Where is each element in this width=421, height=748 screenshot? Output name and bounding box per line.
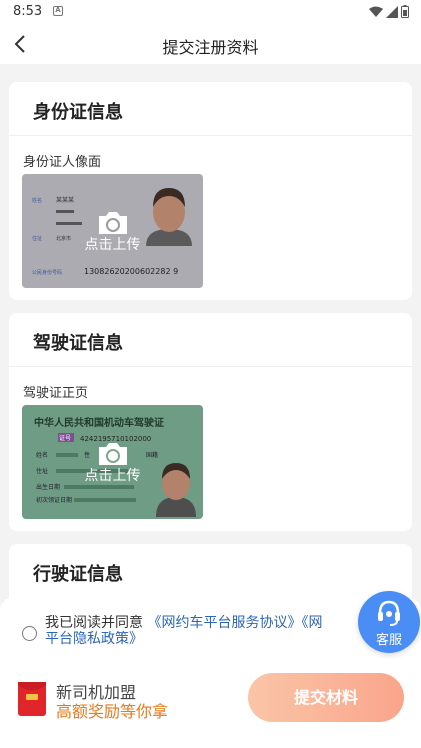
system-icons <box>369 5 409 18</box>
privacy-policy-link-end[interactable]: 平台隐私政策》 <box>45 631 143 647</box>
camera-icon <box>99 212 127 234</box>
submit-button[interactable]: 提交材料 <box>248 673 404 722</box>
section-title: 行驶证信息 <box>33 564 123 585</box>
customer-service-button[interactable]: 客服 <box>358 591 420 653</box>
customer-service-label: 客服 <box>375 633 402 648</box>
field-label: 身份证人像面 <box>23 155 102 170</box>
wifi-icon <box>369 6 383 17</box>
license-section: 驾驶证信息 驾驶证正页 中华人民共和国机动车驾驶证 证号 42421957101… <box>9 313 412 531</box>
service-agreement-link[interactable]: 《网约车平台服务协议》 <box>147 615 301 631</box>
promo-line-2: 高额奖励等你拿 <box>56 702 169 721</box>
battery-icon <box>401 5 409 18</box>
section-title: 身份证信息 <box>33 102 123 123</box>
status-time: 8:53 <box>13 4 43 19</box>
header-bar: 提交注册资料 <box>0 24 421 64</box>
privacy-policy-link-start[interactable]: 《网 <box>301 615 322 631</box>
headset-icon <box>378 600 400 626</box>
section-title: 驾驶证信息 <box>33 333 123 354</box>
signal-icon <box>386 5 398 18</box>
id-card-section: 身份证信息 身份证人像面 姓名 某某某 住址 北京市 公民身份号码 130826… <box>9 82 412 300</box>
field-label: 驾驶证正页 <box>23 386 89 401</box>
upload-label: 点击上传 <box>84 237 141 253</box>
app-notification-icon: A <box>53 6 63 16</box>
page-title: 提交注册资料 <box>162 38 259 57</box>
divider <box>9 366 412 367</box>
license-upload[interactable]: 中华人民共和国机动车驾驶证 证号 4242195710102000 姓名 性 国… <box>22 405 203 519</box>
upload-overlay[interactable]: 点击上传 <box>22 405 203 519</box>
agreement-prefix: 我已阅读并同意 <box>45 615 148 631</box>
camera-icon <box>99 443 127 465</box>
upload-overlay[interactable]: 点击上传 <box>22 174 203 288</box>
id-card-upload[interactable]: 姓名 某某某 住址 北京市 公民身份号码 13082620200602282 9… <box>22 174 203 288</box>
divider <box>9 135 412 136</box>
status-bar: 8:53 A <box>0 0 421 24</box>
red-envelope-icon <box>18 682 46 716</box>
agree-checkbox[interactable] <box>22 626 37 641</box>
upload-label: 点击上传 <box>84 468 141 484</box>
